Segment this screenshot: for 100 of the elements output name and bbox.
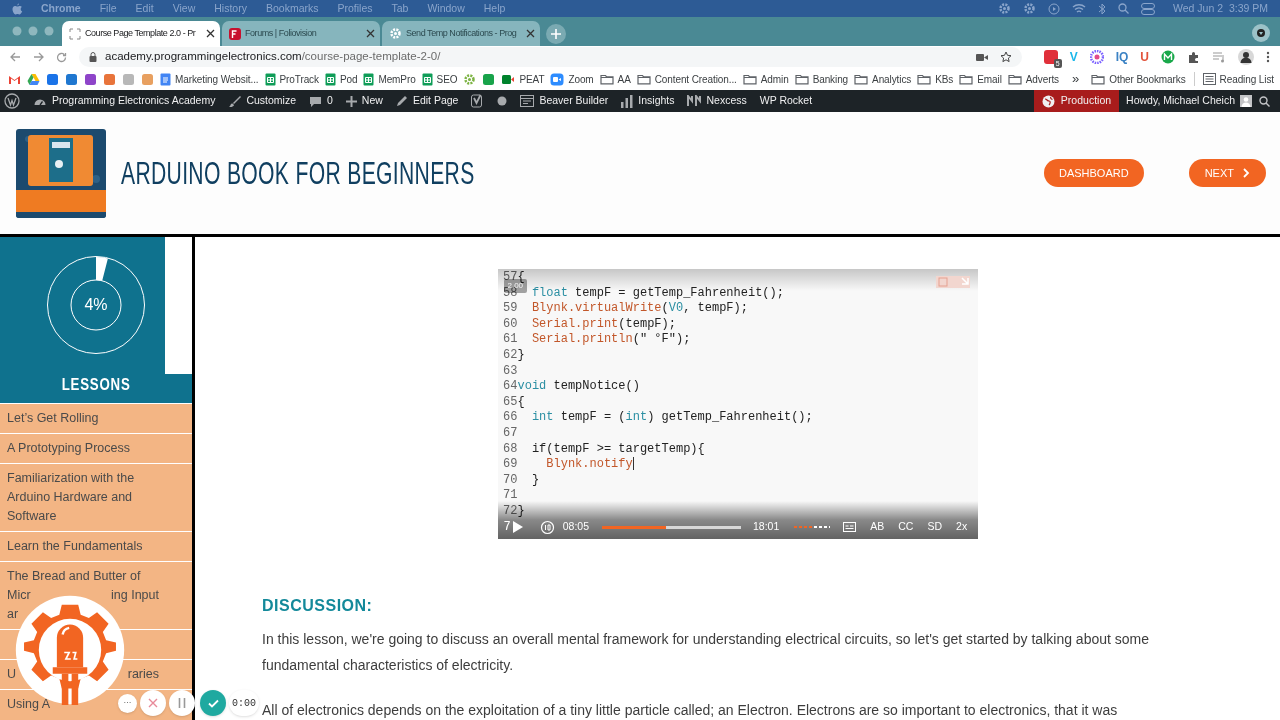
tab-title: Forums | Foliovision: [245, 26, 318, 40]
triangle-icon[interactable]: [27, 72, 40, 86]
spreadsheet-icon: [421, 72, 433, 86]
search-icon[interactable]: [1259, 95, 1270, 107]
list-icon: [1202, 73, 1216, 85]
play-icon[interactable]: [512, 521, 523, 533]
globe-icon: [1041, 94, 1055, 108]
lesson-title-fragment: ar: [7, 606, 19, 623]
player-option[interactable]: AB: [870, 519, 885, 535]
admin-menu-item[interactable]: 0: [309, 93, 333, 109]
folder-icon: [742, 73, 757, 85]
player-option[interactable]: CC: [898, 519, 914, 535]
flower-icon[interactable]: [1089, 50, 1104, 64]
chevron-right-icon: [1243, 168, 1250, 178]
code-line: }: [530, 472, 540, 489]
browser-tab[interactable]: Forums | Foliovision: [222, 21, 380, 46]
bookmark[interactable]: Marketing Websit...: [160, 71, 259, 87]
admin-menu-item[interactable]: Nexcess: [687, 93, 747, 109]
avatar-icon[interactable]: [1238, 49, 1254, 65]
admin-menu-item[interactable]: New: [345, 93, 383, 109]
new-tab-button[interactable]: [546, 24, 566, 44]
close-icon[interactable]: [366, 29, 375, 38]
player-option[interactable]: SD: [927, 519, 943, 535]
video-camera-icon: [501, 72, 516, 86]
url-host: academy.programmingelectronics.com: [105, 49, 302, 65]
more-bookmarks-button[interactable]: »: [1072, 69, 1080, 89]
admin-menu-item[interactable]: Edit Page: [395, 93, 459, 109]
line-number: 63: [502, 363, 518, 380]
close-icon[interactable]: [206, 29, 215, 38]
app-icon[interactable]: [84, 72, 97, 86]
account-menu[interactable]: Howdy, Michael Cheich: [1119, 93, 1259, 109]
bookmark[interactable]: SEO: [421, 71, 458, 87]
player-option[interactable]: 2x: [956, 519, 968, 535]
line-number: 68: [502, 441, 518, 458]
captions-icon[interactable]: [843, 522, 857, 532]
admin-menu-item[interactable]: Beaver Builder: [520, 93, 609, 109]
bookmark[interactable]: ProTrack: [264, 71, 319, 87]
folder-icon: [794, 73, 809, 85]
playlist-icon[interactable]: [1212, 51, 1226, 63]
code-line: }: [517, 503, 525, 520]
bookmark[interactable]: Content Creation...: [636, 71, 737, 87]
y-shape-icon[interactable]: [471, 94, 485, 108]
gear-icon[interactable]: [463, 72, 477, 86]
reload-icon[interactable]: [56, 51, 67, 63]
wifi-icon[interactable]: [1072, 3, 1087, 14]
app-icon[interactable]: [46, 72, 59, 86]
wordpress-icon[interactable]: [4, 93, 20, 109]
bookmark[interactable]: PEAT: [501, 71, 545, 87]
bookmark[interactable]: Adverts: [1007, 71, 1059, 87]
folder-icon: [599, 73, 614, 85]
address-bar[interactable]: academy.programmingelectronics.com/course-page-template-2-0/: [79, 47, 1022, 67]
confirm-button[interactable]: [200, 690, 226, 716]
video-camera-icon[interactable]: [975, 52, 988, 62]
forward-icon[interactable]: [33, 52, 44, 62]
star-icon[interactable]: [999, 51, 1012, 63]
close-icon[interactable]: [526, 29, 535, 38]
gear-icon[interactable]: [998, 2, 1012, 15]
folder-icon: [636, 73, 651, 85]
bookmark[interactable]: MemPro: [363, 71, 416, 87]
spreadsheet-icon: [324, 72, 336, 86]
bookmark[interactable]: Pod: [324, 71, 358, 87]
line-number: 60: [502, 316, 518, 333]
extension-button[interactable]: U: [1140, 48, 1149, 66]
admin-menu-item[interactable]: Insights: [621, 93, 675, 109]
bookmark[interactable]: KBs: [917, 71, 954, 87]
bookmark[interactable]: Zoom: [550, 71, 594, 87]
browser-tab[interactable]: Send Temp Notifications - Prog: [382, 21, 540, 46]
bookmark[interactable]: AA: [599, 71, 631, 87]
more-icon[interactable]: [1266, 51, 1270, 63]
progress-track[interactable]: [602, 525, 741, 529]
bluetooth-icon[interactable]: [1098, 2, 1107, 15]
code-line: {: [517, 394, 525, 411]
play-circle-icon[interactable]: [1048, 2, 1061, 15]
bookmark[interactable]: Banking: [794, 71, 849, 87]
gear-icon[interactable]: [1023, 2, 1037, 15]
tab-search-button[interactable]: [1252, 24, 1270, 42]
rewind-ten-icon[interactable]: [539, 519, 555, 535]
back-icon[interactable]: [10, 52, 21, 62]
code-line: }: [517, 347, 525, 364]
check-icon: [207, 698, 219, 708]
circle-icon[interactable]: [1161, 50, 1175, 64]
video-player[interactable]: [497, 269, 978, 539]
environment-badge[interactable]: Production: [1033, 90, 1120, 112]
admin-menu-item[interactable]: Customize: [228, 93, 296, 109]
admin-menu-item[interactable]: WP Rocket: [759, 93, 813, 109]
apple-icon[interactable]: [12, 2, 23, 15]
bookmark[interactable]: Analytics: [854, 71, 912, 87]
extension-button[interactable]: IQ: [1115, 48, 1129, 66]
app-icon[interactable]: [482, 72, 496, 86]
bookmark[interactable]: Reading List: [1202, 71, 1274, 87]
dot-icon[interactable]: [497, 96, 508, 106]
bookmark[interactable]: Admin: [742, 71, 789, 87]
admin-menu-item[interactable]: Programming Electronics Academy: [33, 93, 216, 109]
browser-tab[interactable]: Course Page Template 2.0 - Pr: [62, 21, 220, 46]
toggle-icon[interactable]: [1141, 2, 1156, 15]
bookmark[interactable]: Email: [959, 71, 1002, 87]
app-icon[interactable]: [65, 72, 78, 86]
puzzle-icon[interactable]: [1187, 50, 1200, 64]
app-icon[interactable]: [103, 72, 116, 86]
bookmark[interactable]: Other Bookmarks: [1091, 71, 1186, 87]
